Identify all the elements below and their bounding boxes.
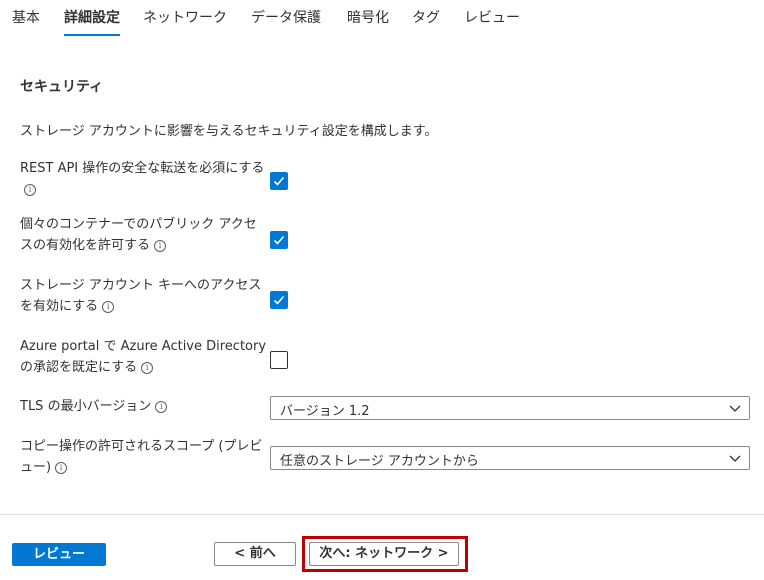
key-access-label-text: ストレージ アカウント キーへのアクセスを有効にする	[20, 278, 262, 314]
public-access-label-text: 個々のコンテナーでのパブリック アクセスの有効化を許可する	[20, 217, 257, 253]
chevron-down-icon	[729, 405, 741, 412]
tls-version-dropdown[interactable]: バージョン 1.2	[270, 396, 750, 420]
key-access-checkbox[interactable]	[270, 291, 288, 309]
aad-authorization-label: Azure portal で Azure Active Directory の承…	[20, 336, 268, 378]
info-icon[interactable]: i	[24, 183, 36, 196]
info-icon[interactable]: i	[141, 361, 154, 374]
copy-scope-value: 任意のストレージ アカウントから	[280, 454, 479, 469]
section-title: セキュリティ	[20, 79, 104, 95]
checkmark-icon	[273, 176, 285, 186]
tab-tags[interactable]: タグ	[412, 0, 440, 40]
copy-scope-dropdown[interactable]: 任意のストレージ アカウントから	[270, 446, 750, 470]
tab-data-protection[interactable]: データ保護	[251, 0, 321, 40]
tls-version-label-text: TLS の最小バージョン	[20, 399, 152, 414]
copy-scope-label: コピー操作の許可されるスコープ (プレビュー) i	[20, 436, 268, 478]
tab-networking[interactable]: ネットワーク	[143, 0, 227, 40]
tls-version-value: バージョン 1.2	[280, 404, 370, 419]
info-icon[interactable]: i	[55, 461, 68, 474]
highlight-box	[302, 536, 468, 572]
checkmark-icon	[273, 235, 285, 245]
key-access-label: ストレージ アカウント キーへのアクセスを有効にする i	[20, 275, 268, 317]
aad-authorization-checkbox[interactable]	[270, 351, 288, 369]
wizard-tabs: 基本 詳細設定 ネットワーク データ保護 暗号化 タグ レビュー	[0, 0, 764, 40]
tab-encryption[interactable]: 暗号化	[347, 0, 389, 40]
checkmark-icon	[273, 295, 285, 305]
tls-version-label: TLS の最小バージョン i	[20, 396, 268, 417]
chevron-down-icon	[729, 455, 741, 462]
secure-transfer-label: REST API 操作の安全な転送を必須にする i	[20, 158, 268, 200]
review-button[interactable]: レビュー	[12, 543, 106, 566]
section-description: ストレージ アカウントに影響を与えるセキュリティ設定を構成します。	[20, 124, 438, 139]
secure-transfer-label-text: REST API 操作の安全な転送を必須にする	[20, 161, 265, 176]
footer-divider	[0, 514, 764, 515]
info-icon[interactable]: i	[155, 400, 168, 413]
secure-transfer-checkbox[interactable]	[270, 172, 288, 190]
public-access-label: 個々のコンテナーでのパブリック アクセスの有効化を許可する i	[20, 214, 268, 256]
previous-button[interactable]: < 前へ	[214, 542, 296, 566]
tab-review[interactable]: レビュー	[464, 0, 520, 40]
info-icon[interactable]: i	[154, 239, 167, 252]
info-icon[interactable]: i	[102, 300, 115, 313]
tab-advanced[interactable]: 詳細設定	[64, 0, 120, 40]
tab-basics[interactable]: 基本	[12, 0, 40, 40]
public-access-checkbox[interactable]	[270, 231, 288, 249]
